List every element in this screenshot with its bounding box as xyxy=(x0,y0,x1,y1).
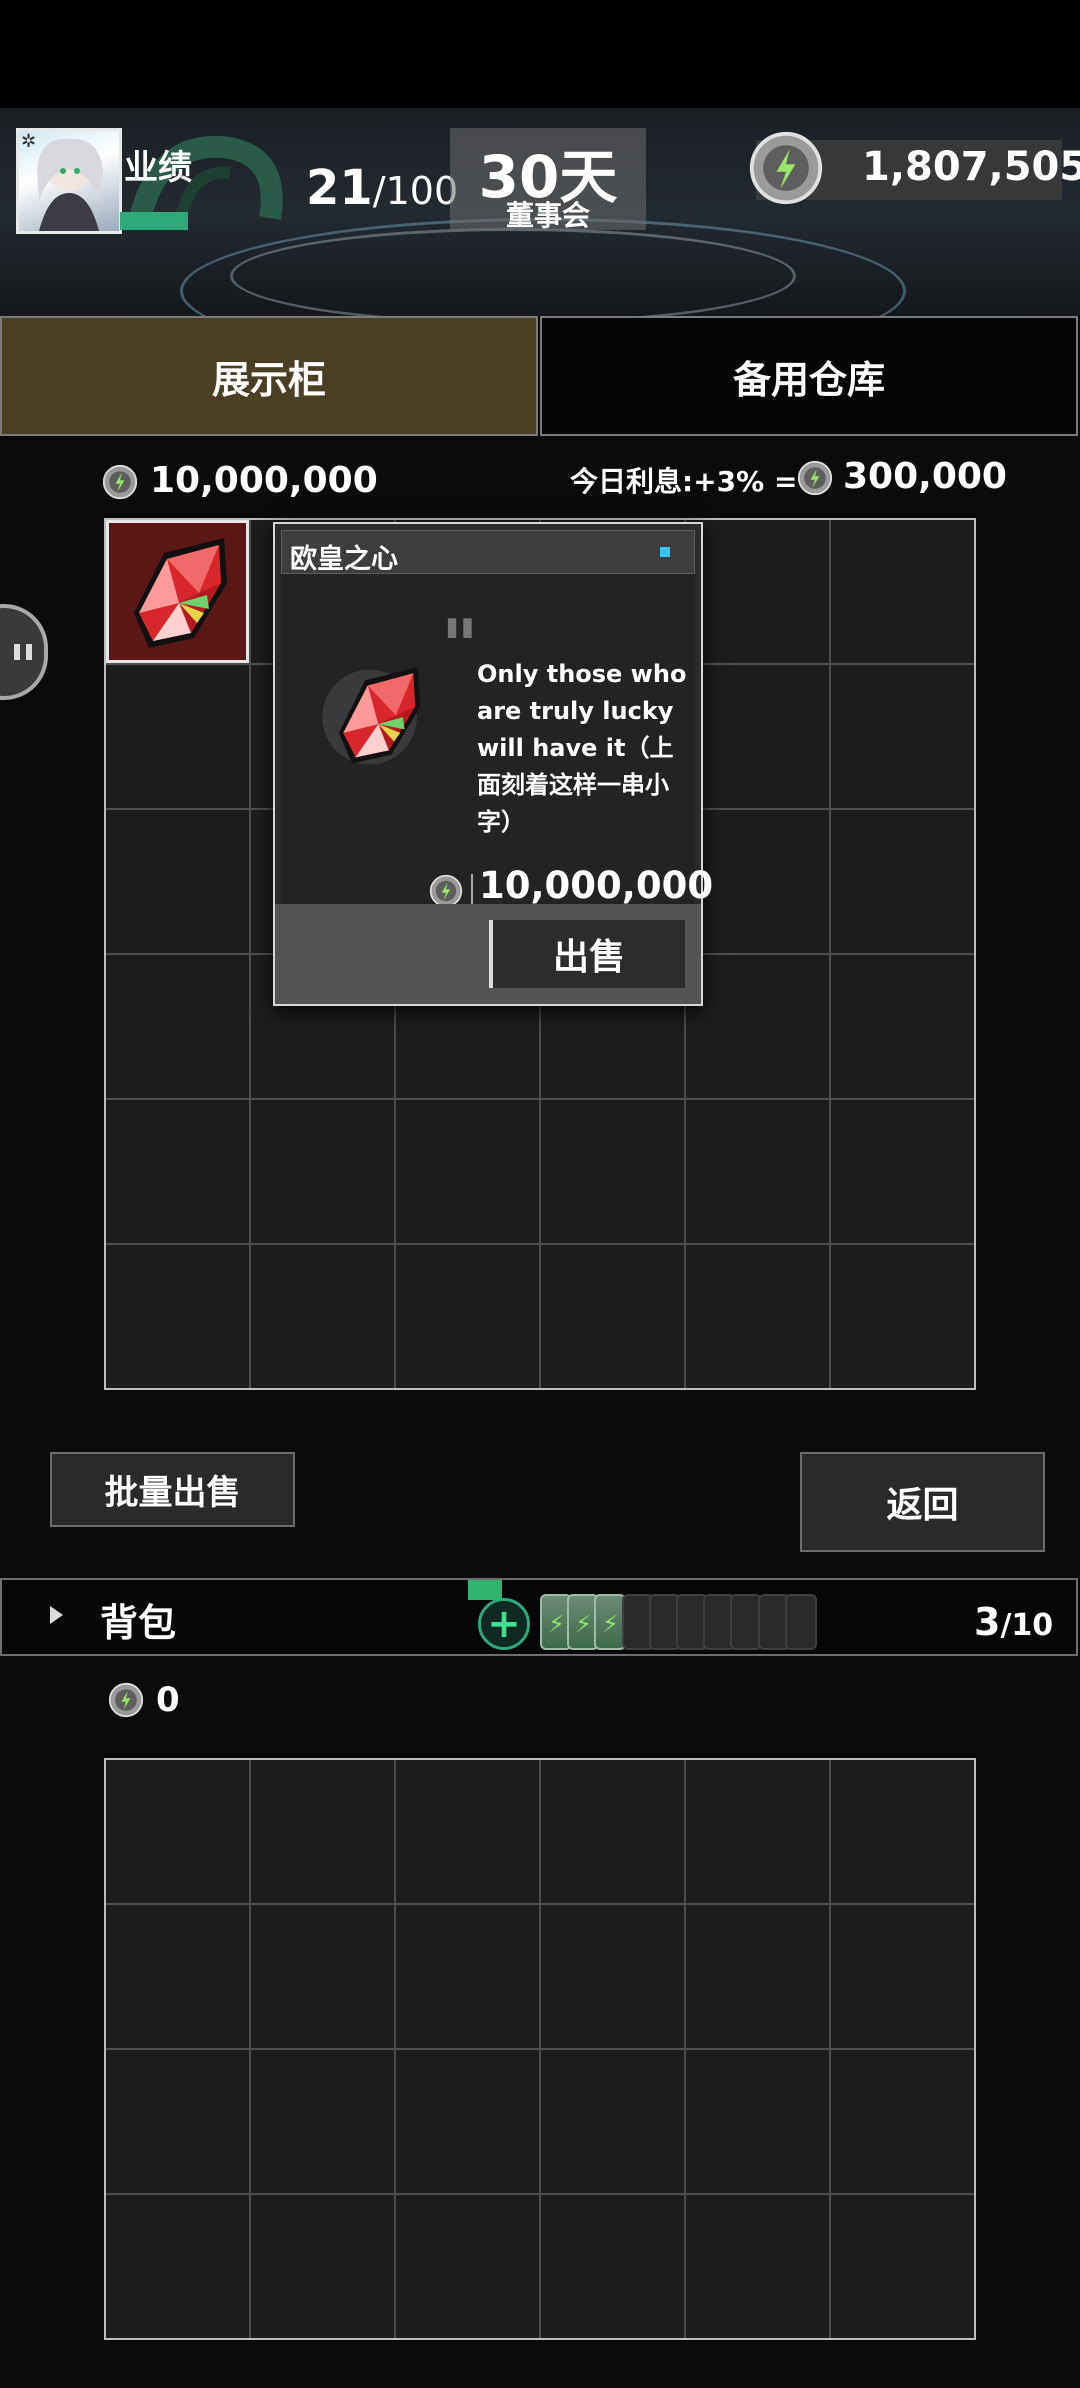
gem-icon xyxy=(322,667,421,765)
item-description: Only those who are truly lucky will have… xyxy=(477,660,687,836)
performance-current: 21 xyxy=(306,160,373,216)
backpack-count-max: /10 xyxy=(1000,1608,1054,1643)
interest-value: 300,000 xyxy=(843,456,1007,497)
energy-coin-icon xyxy=(797,460,833,496)
avatar[interactable]: ✲ xyxy=(16,128,122,234)
tab-showcase[interactable]: 展示柜 xyxy=(0,316,538,436)
item-tooltip: 欧皇之心 " Only those who are truly lucky wi… xyxy=(273,522,713,1006)
video-ad-icon xyxy=(468,1580,502,1600)
performance-label: 业绩 xyxy=(124,148,192,188)
board-label: 董事会 xyxy=(505,199,590,232)
backpack-total-value: 0 xyxy=(156,1680,180,1720)
energy-coin-icon xyxy=(429,874,463,908)
tab-storage[interactable]: 备用仓库 xyxy=(540,316,1078,436)
bolt-icon: ⚡ xyxy=(548,1610,565,1638)
performance-value: 21/100 xyxy=(306,160,458,216)
energy-coin-icon xyxy=(108,1682,144,1718)
price-divider xyxy=(471,874,473,908)
side-drawer-handle[interactable] xyxy=(0,604,48,700)
sell-button[interactable]: 出售 xyxy=(489,920,685,988)
rarity-indicator xyxy=(660,547,670,557)
status-bar xyxy=(0,0,1080,108)
bulk-sell-button[interactable]: 批量出售 xyxy=(50,1452,295,1527)
settings-icon[interactable]: ✲ xyxy=(21,131,36,152)
performance-progress-bar xyxy=(120,212,188,230)
backpack-count-current: 3 xyxy=(974,1600,1001,1644)
energy-coin-icon xyxy=(102,464,138,500)
tooltip-body: " Only those who are truly lucky will ha… xyxy=(281,574,713,908)
showcase-slot-item[interactable] xyxy=(106,520,249,663)
quote-mark-icon: " xyxy=(441,604,479,688)
energy-coin-icon xyxy=(749,131,823,205)
coin-balance: 1,807,505 xyxy=(862,144,1080,190)
tooltip-header: 欧皇之心 xyxy=(281,530,695,575)
showcase-total-value: 10,000,000 xyxy=(150,460,378,501)
tooltip-footer: 出售 xyxy=(275,904,701,1004)
item-price: 10,000,000 xyxy=(479,864,714,907)
backpack-label: 背包 xyxy=(100,1601,177,1645)
expand-arrow-icon[interactable] xyxy=(50,1606,63,1624)
item-name: 欧皇之心 xyxy=(290,544,398,575)
add-capacity-button[interactable]: + xyxy=(478,1598,530,1650)
gem-icon xyxy=(134,538,227,648)
battery-empty-icon xyxy=(785,1594,817,1650)
backpack-count: 3/10 xyxy=(974,1600,1053,1644)
backpack-grid[interactable] xyxy=(104,1758,976,2340)
board-countdown[interactable]: 30天 董事会 xyxy=(450,128,646,232)
back-button[interactable]: 返回 xyxy=(800,1452,1045,1552)
performance-max: /100 xyxy=(372,169,459,213)
bolt-icon: ⚡ xyxy=(575,1610,592,1638)
bolt-icon: ⚡ xyxy=(602,1610,619,1638)
interest-label: 今日利息:+3% = xyxy=(570,465,798,498)
